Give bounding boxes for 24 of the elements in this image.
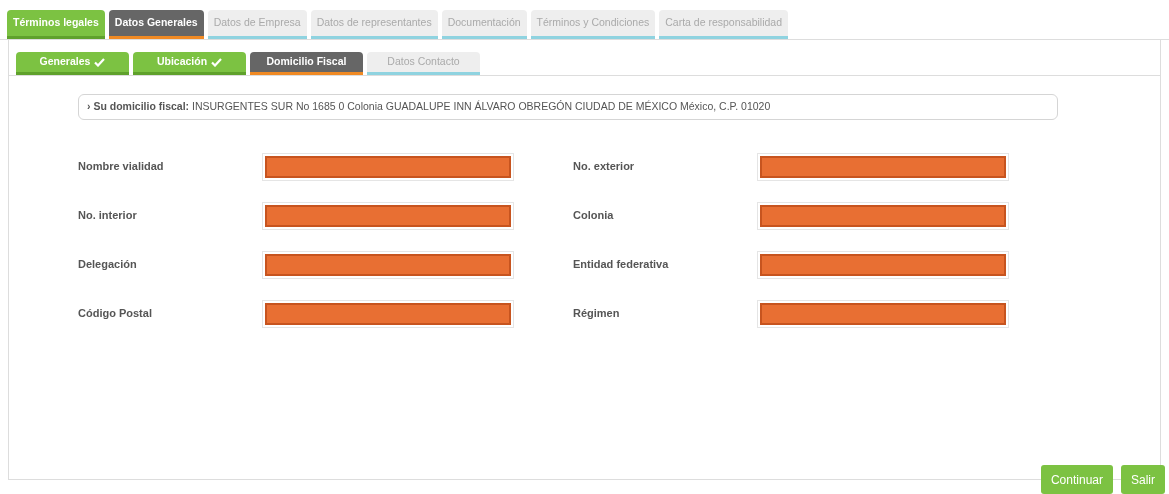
field-label: No. interior	[78, 208, 138, 224]
field-label: Régimen	[573, 306, 621, 322]
section-tab[interactable]: Datos de Empresa	[207, 10, 307, 39]
section-tab[interactable]: Carta de responsabilidad	[659, 10, 788, 39]
section-tab[interactable]: Documentación	[441, 10, 527, 39]
subsection-tab[interactable]: Domicilio Fiscal	[250, 52, 363, 75]
section-tab[interactable]: Datos Generales	[108, 10, 204, 39]
action-button[interactable]: Salir	[1121, 465, 1165, 494]
field-label: Colonia	[573, 208, 615, 224]
section-tab[interactable]: Términos y Condiciones	[530, 10, 656, 39]
checkmark-icon	[94, 57, 106, 67]
subsection-tab[interactable]: Ubicación	[133, 52, 246, 75]
checkmark-icon	[211, 57, 223, 67]
subsection-tab[interactable]: Generales	[16, 52, 129, 75]
section-tab[interactable]: Términos legales	[7, 10, 105, 39]
field-label: Nombre vialidad	[78, 159, 165, 175]
action-button[interactable]: Continuar	[1040, 465, 1113, 494]
subsection-tab[interactable]: Datos Contacto	[367, 52, 480, 75]
section-tab[interactable]: Datos de representantes	[310, 10, 438, 39]
field-label: Entidad federativa	[573, 257, 670, 273]
field-label: No. exterior	[573, 159, 636, 175]
field-label: Código Postal	[78, 306, 153, 322]
address-text: › Su domicilio fiscal: INSURGENTES SUR No 1685 0 Colonia GUADALUPE INN ÁLVARO OBREGÓN CIUDAD DE MÉXICO México, C.P. 01020	[87, 99, 771, 115]
field-label: Delegación	[78, 257, 138, 273]
